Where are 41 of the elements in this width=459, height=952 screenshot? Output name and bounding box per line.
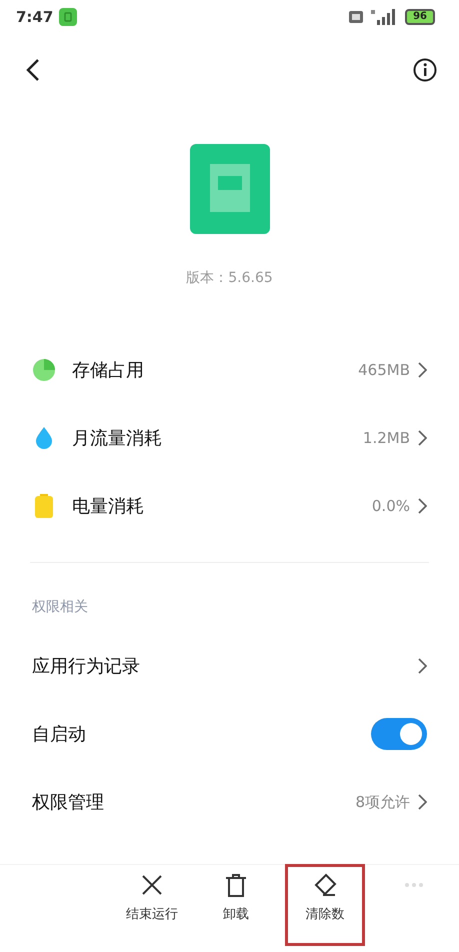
- notification-icon: [59, 8, 78, 26]
- pie-chart-icon: [32, 358, 56, 382]
- row-value: 465MB: [358, 360, 410, 381]
- settings-row[interactable]: 应用行为记录: [0, 632, 459, 700]
- more-icon: [405, 883, 423, 887]
- row-value: 1.2MB: [362, 428, 410, 449]
- signal-icon: [371, 9, 398, 25]
- back-icon[interactable]: [26, 58, 40, 82]
- eraser-icon: [313, 873, 337, 897]
- action-button[interactable]: 卸载: [202, 865, 270, 945]
- settings-row[interactable]: 电量消耗 0.0%: [0, 472, 459, 540]
- chevron-right-icon: [418, 362, 427, 378]
- hd-icon: [349, 11, 364, 23]
- chevron-right-icon: [418, 794, 427, 810]
- row-value: 8项允许: [355, 792, 410, 813]
- toggle-switch[interactable]: [371, 718, 427, 750]
- row-label: 存储占用: [72, 358, 145, 382]
- settings-row[interactable]: 自启动: [0, 700, 459, 768]
- row-label: 自启动: [32, 722, 87, 746]
- row-label: 权限管理: [32, 790, 105, 814]
- action-button[interactable]: 清除数: [286, 865, 364, 945]
- settings-row[interactable]: 权限管理 8项允许: [0, 768, 459, 836]
- info-icon[interactable]: [413, 58, 437, 82]
- row-label: 电量消耗: [72, 494, 145, 518]
- action-button[interactable]: 结束运行: [118, 865, 186, 945]
- chevron-right-icon: [418, 430, 427, 446]
- trash-icon: [224, 873, 248, 897]
- row-label: 月流量消耗: [72, 426, 163, 450]
- chevron-right-icon: [418, 658, 427, 674]
- row-label: 应用行为记录: [32, 654, 141, 678]
- app-version: 版本：5.6.65: [186, 269, 273, 288]
- settings-row[interactable]: 月流量消耗 1.2MB: [0, 404, 459, 472]
- row-value: 0.0%: [372, 496, 410, 517]
- settings-row[interactable]: 存储占用 465MB: [0, 336, 459, 404]
- battery-icon: [32, 494, 56, 518]
- close-icon: [140, 873, 164, 897]
- app-icon: [190, 144, 270, 234]
- chevron-right-icon: [418, 498, 427, 514]
- section-title: 权限相关: [31, 598, 89, 617]
- battery-indicator: 96: [405, 9, 435, 25]
- status-time: 7:47: [16, 6, 54, 28]
